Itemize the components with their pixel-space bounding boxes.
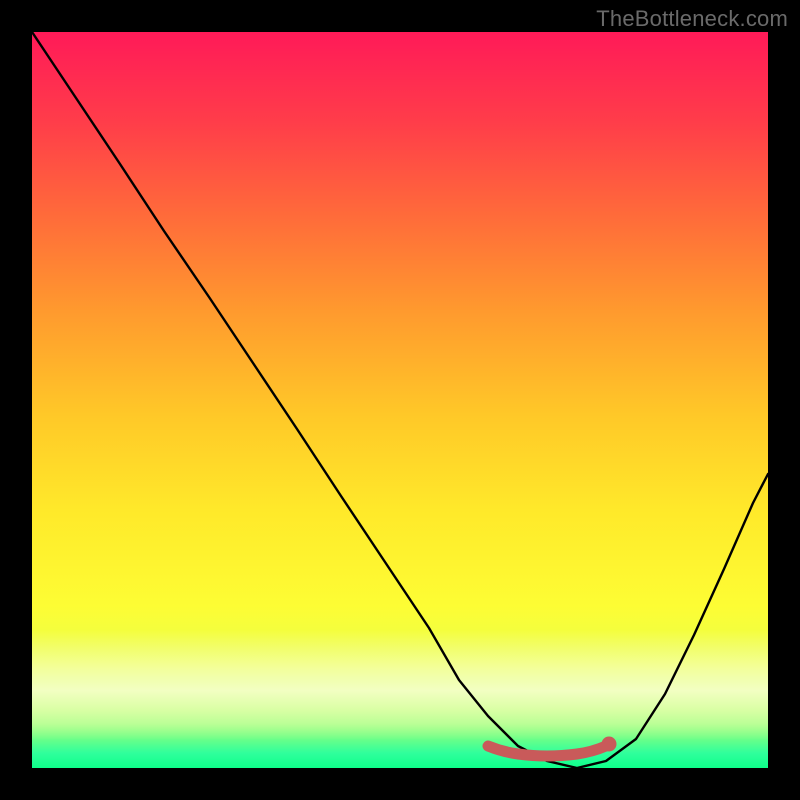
highlight-band — [32, 630, 768, 740]
plot-area — [32, 32, 768, 768]
chart-frame: TheBottleneck.com — [0, 0, 800, 800]
optimal-end-dot — [602, 737, 617, 752]
attribution-text: TheBottleneck.com — [596, 6, 788, 32]
bottleneck-curve — [32, 32, 768, 768]
optimal-segment — [488, 746, 606, 756]
curve-layer — [32, 32, 768, 768]
